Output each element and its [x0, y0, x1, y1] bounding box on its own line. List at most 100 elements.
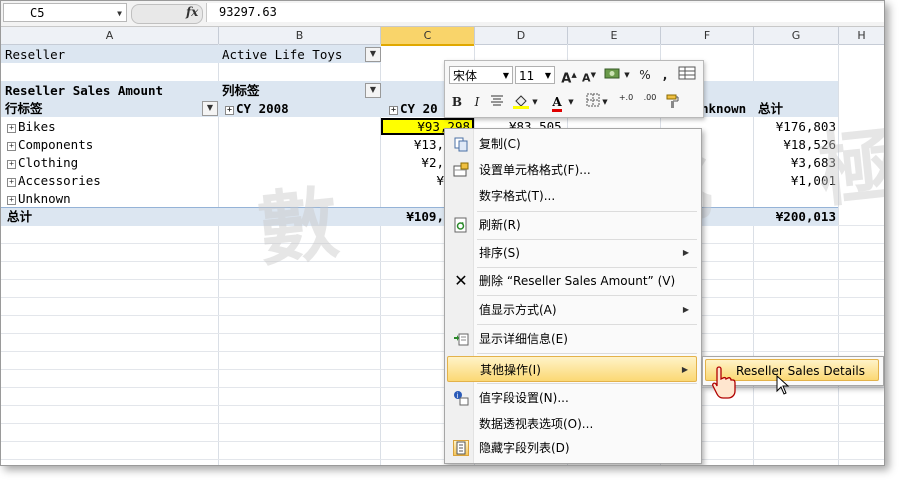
cy20-label: CY 20 — [400, 101, 438, 116]
column-header-a[interactable]: A — [1, 27, 219, 44]
menu-item-number-format[interactable]: 数字格式(T)... — [447, 183, 697, 209]
row-label-text: Bikes — [18, 119, 56, 134]
menu-item-copy[interactable]: 复制(C) — [447, 131, 697, 157]
column-labels-dropdown-icon[interactable]: ▼ — [365, 83, 381, 98]
show-details-icon — [453, 331, 469, 347]
italic-icon[interactable]: I — [467, 93, 487, 111]
expand-icon[interactable]: + — [7, 142, 16, 151]
row-labels-caption: 行标签 — [5, 101, 43, 116]
cy20-header[interactable]: + CY 20 — [389, 100, 438, 117]
expand-icon[interactable]: + — [7, 196, 16, 205]
measure-label: Reseller Sales Amount — [5, 83, 164, 98]
format-painter-icon[interactable] — [663, 93, 683, 111]
column-header-d[interactable]: D — [475, 27, 568, 44]
field-list-icon — [453, 440, 469, 456]
menu-item-label: 值显示方式(A) — [479, 303, 557, 317]
menu-item-refresh[interactable]: 刷新(R) — [447, 212, 697, 238]
insert-function-icon[interactable]: fx — [186, 5, 198, 19]
column-header-g[interactable]: G — [754, 27, 839, 44]
menu-item-label: 显示详细信息(E) — [479, 332, 568, 346]
menu-item-label: Reseller Sales Details — [736, 364, 865, 378]
menu-item-pivot-options[interactable]: 数据透视表选项(O)... — [447, 411, 697, 437]
cy2008-label: CY 2008 — [236, 101, 289, 116]
font-color-icon[interactable]: A — [547, 93, 567, 112]
menu-item-show-values-as[interactable]: 值显示方式(A) ▶ — [447, 297, 697, 323]
menu-item-delete[interactable]: ✕ 删除 “Reseller Sales Amount” (V) — [447, 268, 697, 294]
shrink-font-icon[interactable]: A▼ — [579, 66, 599, 85]
comma-style-icon[interactable]: , — [655, 66, 675, 84]
row-label-accessories[interactable]: + Accessories — [7, 172, 101, 189]
delete-icon: ✕ — [454, 271, 468, 290]
row-label-unknown[interactable]: + Unknown — [7, 190, 71, 207]
copy-icon — [453, 136, 469, 152]
borders-icon[interactable] — [583, 93, 603, 111]
decrease-decimal-icon[interactable]: .00 — [639, 93, 661, 111]
font-size-select[interactable]: 11 ▼ — [515, 66, 555, 84]
font-color-letter: A — [552, 96, 562, 112]
excel-window: C5 ▼ fx 93297.63 A B C D E F G H Reselle… — [0, 0, 885, 466]
font-size-value: 11 — [519, 69, 535, 83]
formula-input[interactable]: 93297.63 — [206, 3, 884, 22]
svg-text:i: i — [457, 392, 459, 400]
font-name-value: 宋体 — [453, 69, 478, 83]
expand-icon[interactable]: + — [7, 178, 16, 187]
filter-field-value: Active Life Toys — [222, 47, 343, 62]
grow-font-letter: A — [561, 71, 572, 87]
submenu-arrow-icon: ▶ — [682, 305, 689, 314]
menu-item-label: 隐藏字段列表(D) — [479, 441, 570, 455]
chevron-down-icon[interactable]: ▼ — [531, 93, 539, 111]
cy2008-header[interactable]: + CY 2008 — [225, 100, 289, 117]
accounting-format-icon[interactable] — [601, 66, 625, 84]
row-label-text: Components — [18, 137, 94, 152]
increase-decimal-icon[interactable]: +.0 — [615, 93, 637, 111]
bold-icon[interactable]: B — [447, 93, 467, 111]
expand-icon[interactable]: + — [7, 124, 16, 133]
hand-cursor-icon — [712, 366, 736, 399]
fill-color-icon[interactable] — [511, 93, 531, 111]
row-label-text: Clothing — [18, 155, 79, 170]
mini-toolbar: 宋体 ▼ 11 ▼ A▲ A▼ ▼ % , B I ▼ A ▼ ▼ +.0 .00 — [444, 60, 704, 118]
unknown-header: nknown — [701, 101, 747, 116]
row-label-clothing[interactable]: + Clothing — [7, 154, 78, 171]
expand-icon[interactable]: + — [225, 106, 234, 115]
align-center-icon[interactable] — [487, 93, 507, 111]
column-header-e[interactable]: E — [568, 27, 661, 44]
menu-item-more-actions[interactable]: 其他操作(I) ▶ — [447, 356, 697, 382]
format-table-icon[interactable] — [677, 66, 697, 84]
grow-font-icon[interactable]: A▲ — [559, 66, 579, 87]
expand-icon[interactable]: + — [7, 160, 16, 169]
row-label-text: Accessories — [18, 173, 101, 188]
chevron-down-icon[interactable]: ▼ — [567, 93, 575, 111]
menu-item-show-details[interactable]: 显示详细信息(E) — [447, 326, 697, 352]
expand-icon[interactable]: + — [389, 106, 398, 115]
column-labels-caption: 列标签 — [222, 83, 260, 98]
column-header-h[interactable]: H — [839, 27, 884, 44]
font-name-select[interactable]: 宋体 ▼ — [449, 66, 513, 84]
context-menu: 复制(C) 设置单元格格式(F)... 数字格式(T)... 刷新(R) 排序(… — [444, 128, 702, 464]
chevron-down-icon[interactable]: ▼ — [601, 93, 609, 111]
filter-field-label: Reseller — [5, 47, 66, 62]
menu-item-label: 数据透视表选项(O)... — [479, 417, 594, 431]
column-header-c[interactable]: C — [381, 27, 475, 46]
filter-dropdown-icon[interactable]: ▼ — [365, 47, 381, 62]
menu-item-label: 值字段设置(N)... — [479, 391, 569, 405]
column-header-b[interactable]: B — [219, 27, 381, 44]
row-label-bikes[interactable]: + Bikes — [7, 118, 56, 135]
chevron-down-icon[interactable]: ▼ — [623, 66, 631, 84]
menu-item-sort[interactable]: 排序(S) ▶ — [447, 240, 697, 266]
column-header-f[interactable]: F — [661, 27, 754, 44]
menu-item-format-cells[interactable]: 设置单元格格式(F)... — [447, 157, 697, 183]
percent-style-icon[interactable]: % — [635, 66, 655, 84]
chevron-down-icon[interactable]: ▼ — [117, 4, 122, 23]
name-box[interactable]: C5 ▼ — [3, 3, 127, 22]
name-box-value: C5 — [30, 6, 45, 20]
menu-item-value-field-settings[interactable]: i 值字段设置(N)... — [447, 385, 697, 411]
menu-item-label: 刷新(R) — [479, 218, 521, 232]
row-labels-dropdown-icon[interactable]: ▼ — [202, 101, 218, 116]
column-headers: A B C D E F G H — [1, 27, 884, 46]
row-label-components[interactable]: + Components — [7, 136, 93, 153]
menu-item-hide-field-list[interactable]: 隐藏字段列表(D) — [447, 435, 697, 461]
submenu-arrow-icon: ▶ — [681, 365, 688, 374]
field-settings-icon: i — [453, 390, 469, 406]
row-label-text: Unknown — [18, 191, 71, 206]
